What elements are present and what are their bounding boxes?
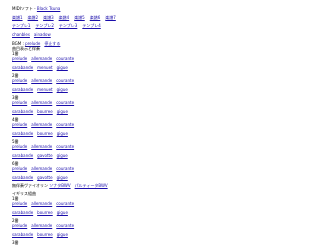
section-1: 曲目表示と伴奏 1番 prelude allemande courante saraba… (12, 46, 312, 183)
template-link-4[interactable]: テンプレ4 (82, 23, 100, 28)
movement-link-sarabande[interactable]: sarabande (12, 153, 33, 158)
sonata-link[interactable]: ソナタBWV (49, 183, 70, 188)
movement-link-courante[interactable]: courante (56, 201, 74, 206)
movement-link-allemande[interactable]: allemande (31, 166, 52, 171)
movement-link-allemande[interactable]: allemande (31, 78, 52, 83)
toc-link-2[interactable]: 楽譜2 (28, 15, 39, 20)
movement-link-menuet[interactable]: menuet (37, 87, 52, 92)
movement-link-prelude[interactable]: prelude (12, 166, 27, 171)
template-link-3[interactable]: テンプレ3 (59, 23, 77, 28)
movement-link-sarabande[interactable]: sarabande (12, 65, 33, 70)
section-3: イギリス組曲 1番 prelude allemande courante saraban… (12, 191, 312, 248)
movement-link-courante[interactable]: courante (56, 144, 74, 149)
header-title-link[interactable]: Black Tsuna (37, 6, 60, 11)
movement-link-gigue[interactable]: gigue (57, 175, 68, 180)
movement-link-prelude[interactable]: prelude (12, 56, 27, 61)
movement-link-prelude[interactable]: prelude (12, 223, 27, 228)
movement-link-sarabande[interactable]: sarabande (12, 109, 33, 114)
movement-link-prelude[interactable]: prelude (12, 122, 27, 127)
partita-link[interactable]: パルティータBWV (75, 183, 108, 188)
movement-link-gigue[interactable]: gigue (57, 153, 68, 158)
movement-link-prelude[interactable]: prelude (12, 201, 27, 206)
toc-link-6[interactable]: 楽譜6 (90, 15, 101, 20)
movement-link-gigue[interactable]: gigue (57, 87, 68, 92)
template-link-2[interactable]: テンプレ2 (35, 23, 53, 28)
toc-link-3[interactable]: 楽譜3 (43, 15, 54, 20)
page: MIDIソフト - Black Tsuna 楽譜1 楽譜2 楽譜3 楽譜4 楽譜5 楽譜6… (12, 6, 312, 248)
movement-link-courante[interactable]: courante (56, 166, 74, 171)
movement-link-allemande[interactable]: allemande (31, 144, 52, 149)
movement-link-sarabande[interactable]: sarabande (12, 131, 33, 136)
movement-link-courante[interactable]: courante (56, 100, 74, 105)
movement-link-sarabande[interactable]: sarabande (12, 87, 33, 92)
movement-link-gigue[interactable]: gigue (57, 232, 68, 237)
template-link-1[interactable]: テンプレ1 (12, 23, 30, 28)
misc-link-1[interactable]: chanbles (12, 32, 30, 37)
movement-link-courante[interactable]: courante (56, 56, 74, 61)
movement-link-gigue[interactable]: gigue (57, 109, 68, 114)
movement-link-bourree[interactable]: bourree (37, 131, 53, 136)
toc-link-1[interactable]: 楽譜1 (12, 15, 23, 20)
movement-link-gavotte[interactable]: gavotte (37, 175, 52, 180)
movement-link-menuet[interactable]: menuet (37, 65, 52, 70)
toc-link-4[interactable]: 楽譜4 (59, 15, 70, 20)
bgm-stop-link[interactable]: 停止する (44, 41, 60, 46)
header-prefix: MIDIソフト - (12, 6, 37, 11)
movement-link-allemande[interactable]: allemande (31, 201, 52, 206)
movement-link-prelude[interactable]: prelude (12, 78, 27, 83)
movement-link-allemande[interactable]: allemande (31, 100, 52, 105)
movement-link-bourree[interactable]: bourree (37, 109, 53, 114)
section-2-label: 無伴奏ヴァイオリン (12, 183, 50, 188)
movement-link-sarabande[interactable]: sarabande (12, 232, 33, 237)
misc-link-2[interactable]: ainadow (34, 32, 51, 37)
movement-link-allemande[interactable]: allemande (31, 122, 52, 127)
movement-link-prelude[interactable]: prelude (12, 100, 27, 105)
movement-link-bourree[interactable]: bourree (37, 232, 53, 237)
movement-link-courante[interactable]: courante (56, 223, 74, 228)
toc-link-5[interactable]: 楽譜5 (74, 15, 85, 20)
movement-link-prelude[interactable]: prelude (12, 144, 27, 149)
movement-link-gigue[interactable]: gigue (57, 210, 68, 215)
movement-link-gavotte[interactable]: gavotte (37, 153, 52, 158)
movement-link-courante[interactable]: courante (56, 78, 74, 83)
movement-link-allemande[interactable]: allemande (31, 56, 52, 61)
movement-link-bourree[interactable]: bourree (37, 210, 53, 215)
movement-link-gigue[interactable]: gigue (57, 131, 68, 136)
movement-link-sarabande[interactable]: sarabande (12, 210, 33, 215)
toc-link-7[interactable]: 楽譜7 (105, 15, 116, 20)
movement-link-gigue[interactable]: gigue (57, 65, 68, 70)
movement-link-courante[interactable]: courante (56, 122, 74, 127)
movement-link-allemande[interactable]: allemande (31, 223, 52, 228)
movement-link-sarabande[interactable]: sarabande (12, 175, 33, 180)
